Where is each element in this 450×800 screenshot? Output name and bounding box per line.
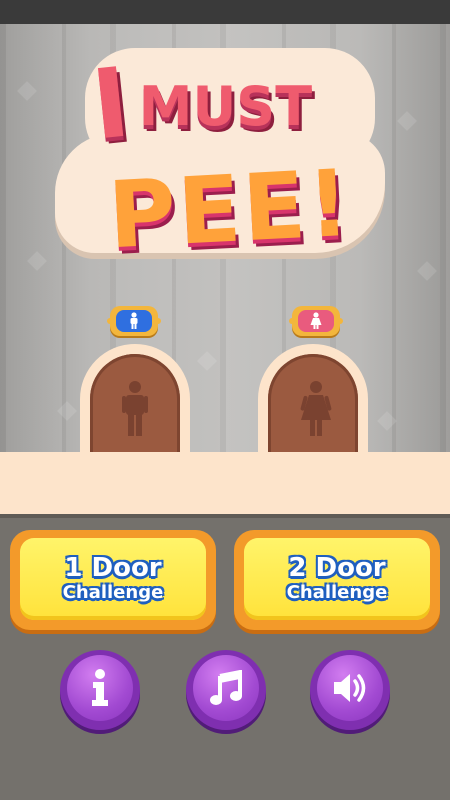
wall-tile [27,251,47,271]
wall-tile [17,81,37,101]
music-note-icon [210,670,242,705]
logo-line-1: IMUST [87,46,383,161]
wall-tile [397,111,417,131]
logo-word-pee: PEE! [105,149,355,270]
challenge-title: 1 Door [64,553,162,583]
challenge-subtitle: Challenge [62,582,164,603]
female-restroom-door[interactable] [258,344,368,458]
woman-icon [300,381,332,436]
female-sign [289,306,343,336]
status-bar [0,0,450,24]
male-restroom-door[interactable] [80,344,190,458]
sound-button[interactable] [310,650,390,730]
challenge-title: 2 Door [288,553,386,583]
female-sign-icon [310,312,322,329]
one-door-challenge-button[interactable]: 1 Door Challenge [10,530,216,630]
male-sign [107,306,161,336]
logo-word-must: MUST [138,75,313,138]
male-sign-icon [130,312,138,329]
wall-tile [417,261,437,281]
info-icon [92,669,108,706]
info-button[interactable] [60,650,140,730]
music-button[interactable] [186,650,266,730]
wall-tile [57,401,77,421]
counter-top [0,452,450,516]
two-door-challenge-button[interactable]: 2 Door Challenge [234,530,440,630]
wall-tile [377,411,397,431]
speaker-icon [334,674,366,702]
wall-tile [197,351,217,371]
man-icon [122,381,148,436]
challenge-subtitle: Challenge [286,582,388,603]
game-logo: IMUST PEE! [55,38,385,288]
logo-letter-i: I [87,46,135,162]
